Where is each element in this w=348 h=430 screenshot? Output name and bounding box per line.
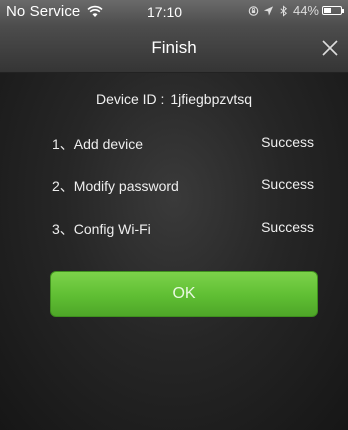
step-status: Success (261, 176, 314, 192)
ok-button[interactable]: OK (50, 271, 318, 317)
step-row: 2、Modify password Success (52, 176, 314, 196)
close-icon[interactable] (318, 36, 342, 60)
step-label: 1、Add device (52, 136, 144, 152)
carrier-group: No Service (6, 3, 103, 20)
step-status: Success (261, 219, 314, 235)
battery-icon (322, 6, 344, 15)
status-right: 44% (248, 3, 344, 18)
lock-rotation-icon (248, 5, 259, 16)
header-bar: No Service 17:10 44% Finish (0, 0, 348, 73)
battery-percent: 44% (292, 3, 319, 18)
status-bar: No Service 17:10 44% (0, 0, 348, 24)
device-id-label: Device ID : (95, 91, 165, 107)
step-row: 3、Config Wi-Fi Success (52, 219, 314, 239)
step-status: Success (261, 134, 314, 150)
result-panel: Device ID : 1jfiegbpzvtsq 1、Add device S… (0, 73, 348, 430)
battery-fill (324, 8, 332, 13)
step-label: 3、Config Wi-Fi (52, 221, 151, 237)
step-label: 2、Modify password (52, 178, 179, 194)
carrier-text: No Service (6, 3, 81, 20)
step-row: 1、Add device Success (52, 134, 314, 154)
screen: No Service 17:10 44% Finish Device ID: … (0, 0, 348, 430)
bluetooth-icon (280, 4, 288, 17)
location-icon (263, 5, 274, 16)
status-time: 17:10 (147, 4, 183, 20)
device-id-value: 1jfiegbpzvtsq (170, 91, 253, 107)
page-title: Finish (151, 38, 197, 57)
device-id-line: Device ID : 1jfiegbpzvtsq (0, 91, 348, 107)
wifi-icon (87, 5, 103, 17)
